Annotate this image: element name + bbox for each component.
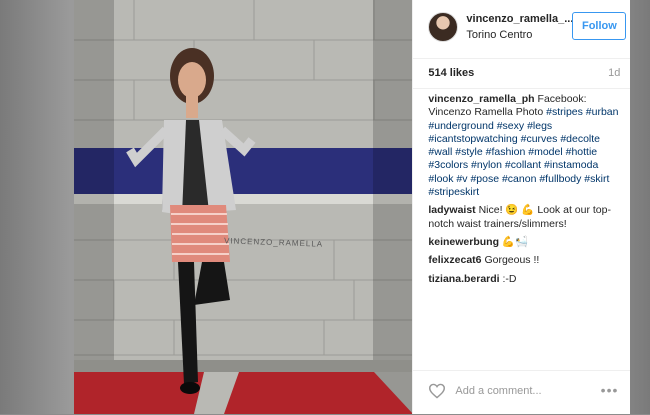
hashtag-link[interactable]: #fashion	[486, 146, 526, 158]
likes-bar: 514 likes 1d	[413, 58, 631, 89]
hashtag-link[interactable]: #pose	[470, 173, 499, 185]
post-header: vincenzo_ramella_... Torino Centro Follo…	[413, 0, 631, 59]
hashtag-link[interactable]: #hottie	[566, 146, 598, 158]
comment: keinewerbung 💪🛀	[428, 236, 624, 249]
post-photo[interactable]: VINCENZO_RAMELLA	[74, 0, 413, 414]
post-username[interactable]: vincenzo_ramella_...	[466, 13, 573, 25]
hashtag-link[interactable]: #nylon	[471, 159, 502, 171]
comment-username[interactable]: ladywaist	[428, 204, 475, 216]
add-comment-input[interactable]: Add a comment...	[455, 385, 541, 397]
post-location[interactable]: Torino Centro	[466, 29, 532, 41]
likes-count[interactable]: 514 likes	[428, 67, 474, 79]
hashtag-link[interactable]: #instamoda	[544, 159, 598, 171]
comment: tiziana.berardi :-D	[428, 273, 624, 286]
post-footer: Add a comment... •••	[413, 370, 631, 415]
comments-list: vincenzo_ramella_ph Facebook: Vincenzo R…	[428, 93, 624, 291]
post-age[interactable]: 1d	[608, 67, 620, 79]
comment-text: :-D	[502, 272, 517, 285]
hashtag-link[interactable]: #wall	[428, 146, 452, 158]
comment: ladywaist Nice! 😉 💪 Look at our top-notc…	[428, 204, 624, 231]
hashtag-link[interactable]: #canon	[502, 173, 536, 185]
hashtag-link[interactable]: #look	[428, 173, 453, 185]
hashtag-link[interactable]: #style	[455, 146, 482, 158]
hashtag-link[interactable]: #collant	[505, 159, 541, 171]
caption-username[interactable]: vincenzo_ramella_ph	[428, 93, 534, 105]
comment-text: 💪🛀	[501, 235, 529, 248]
heart-icon[interactable]	[428, 383, 446, 399]
comment: felixzecat6 Gorgeous !!	[428, 254, 624, 267]
avatar[interactable]	[428, 12, 459, 42]
comment-username[interactable]: felixzecat6	[428, 254, 481, 266]
photo-illustration	[74, 0, 413, 414]
hashtag-link[interactable]: #stripeskirt	[428, 186, 479, 198]
hashtag-link[interactable]: #curves	[521, 133, 558, 145]
hashtag-link[interactable]: #sexy	[497, 120, 524, 132]
post-modal: VINCENZO_RAMELLA vincenzo_ramella_... To…	[74, 0, 631, 415]
hashtag-link[interactable]: #legs	[527, 120, 552, 132]
hashtag-link[interactable]: #3colors	[428, 159, 468, 171]
hashtag-link[interactable]: #stripes	[546, 106, 583, 118]
hashtag-link[interactable]: #v	[456, 173, 467, 185]
hashtag-link[interactable]: #model	[528, 146, 562, 158]
comment-text: Gorgeous !!	[484, 254, 540, 267]
hashtag-link[interactable]: #decolte	[560, 133, 600, 145]
caption: vincenzo_ramella_ph Facebook: Vincenzo R…	[428, 93, 624, 199]
hashtag-link[interactable]: #skirt	[584, 173, 609, 185]
hashtag-link[interactable]: #urban	[586, 106, 619, 118]
hashtag-link[interactable]: #fullbody	[539, 173, 581, 185]
caption-hashtags: #stripes #urban #underground #sexy #legs…	[428, 106, 618, 198]
hashtag-link[interactable]: #underground	[428, 120, 493, 132]
comment-username[interactable]: tiziana.berardi	[428, 273, 499, 285]
follow-button[interactable]: Follow	[572, 12, 627, 40]
hashtag-link[interactable]: #icantstopwatching	[428, 133, 517, 145]
post-sidebar: vincenzo_ramella_... Torino Centro Follo…	[412, 0, 631, 415]
more-options-icon[interactable]: •••	[601, 382, 619, 398]
comment-username[interactable]: keinewerbung	[428, 236, 499, 248]
